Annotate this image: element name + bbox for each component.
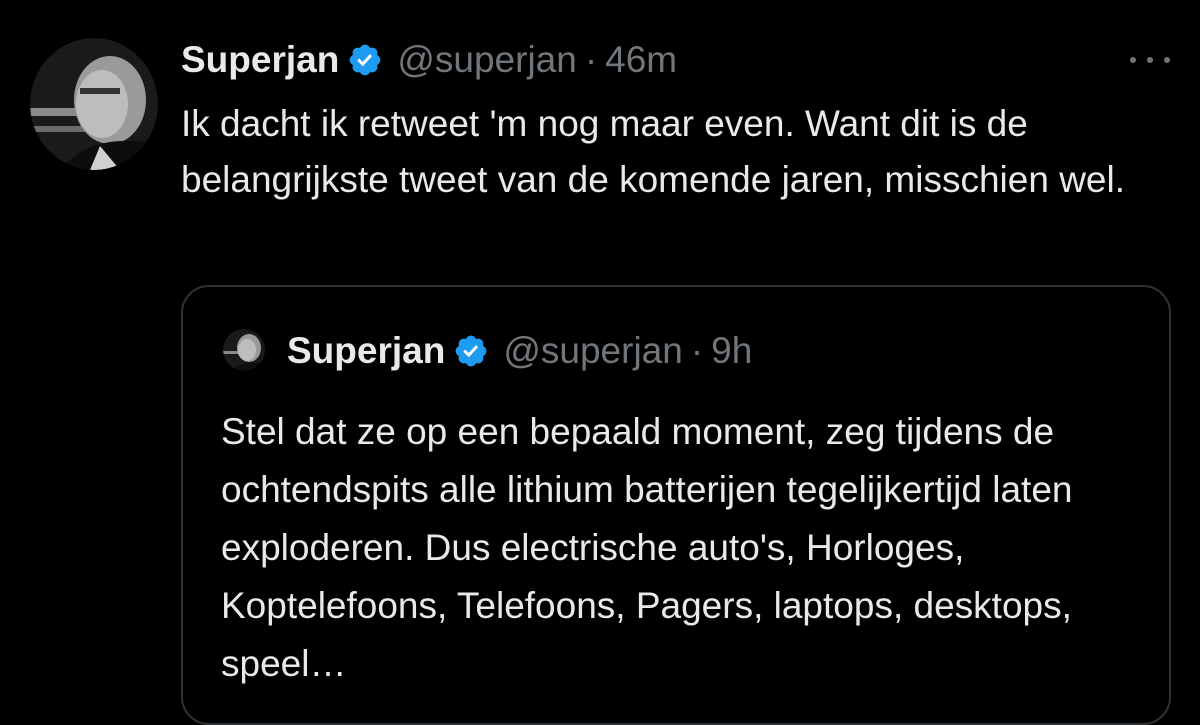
quoted-tweet-header: Superjan @superjan · 9h xyxy=(287,329,752,373)
separator-dot: · xyxy=(690,330,704,371)
author-name[interactable]: Superjan xyxy=(181,39,339,81)
quoted-tweet[interactable]: Superjan @superjan · 9h Stel dat ze op e… xyxy=(181,285,1171,725)
avatar[interactable] xyxy=(30,38,158,170)
quoted-tweet-text: Stel dat ze op een bepaald moment, zeg t… xyxy=(221,411,1073,684)
quoted-timestamp[interactable]: 9h xyxy=(711,330,752,372)
quoted-author-handle[interactable]: @superjan xyxy=(503,330,683,372)
quoted-author-name[interactable]: Superjan xyxy=(287,330,445,372)
tweet[interactable]: Superjan @superjan · 46m Ik dacht ik ret… xyxy=(0,0,1200,725)
quoted-avatar[interactable] xyxy=(223,329,265,371)
more-horizontal-icon[interactable] xyxy=(1130,50,1170,70)
author-handle[interactable]: @superjan xyxy=(397,39,577,81)
tweet-header: Superjan @superjan · 46m xyxy=(181,38,677,82)
profile-photo xyxy=(223,329,265,371)
separator-dot: · xyxy=(584,39,598,80)
profile-photo xyxy=(30,38,158,170)
verified-badge-icon xyxy=(453,333,489,369)
tweet-text: Ik dacht ik retweet 'm nog maar even. Wa… xyxy=(181,103,1125,200)
verified-badge-icon xyxy=(347,42,383,78)
timestamp[interactable]: 46m xyxy=(605,39,677,81)
